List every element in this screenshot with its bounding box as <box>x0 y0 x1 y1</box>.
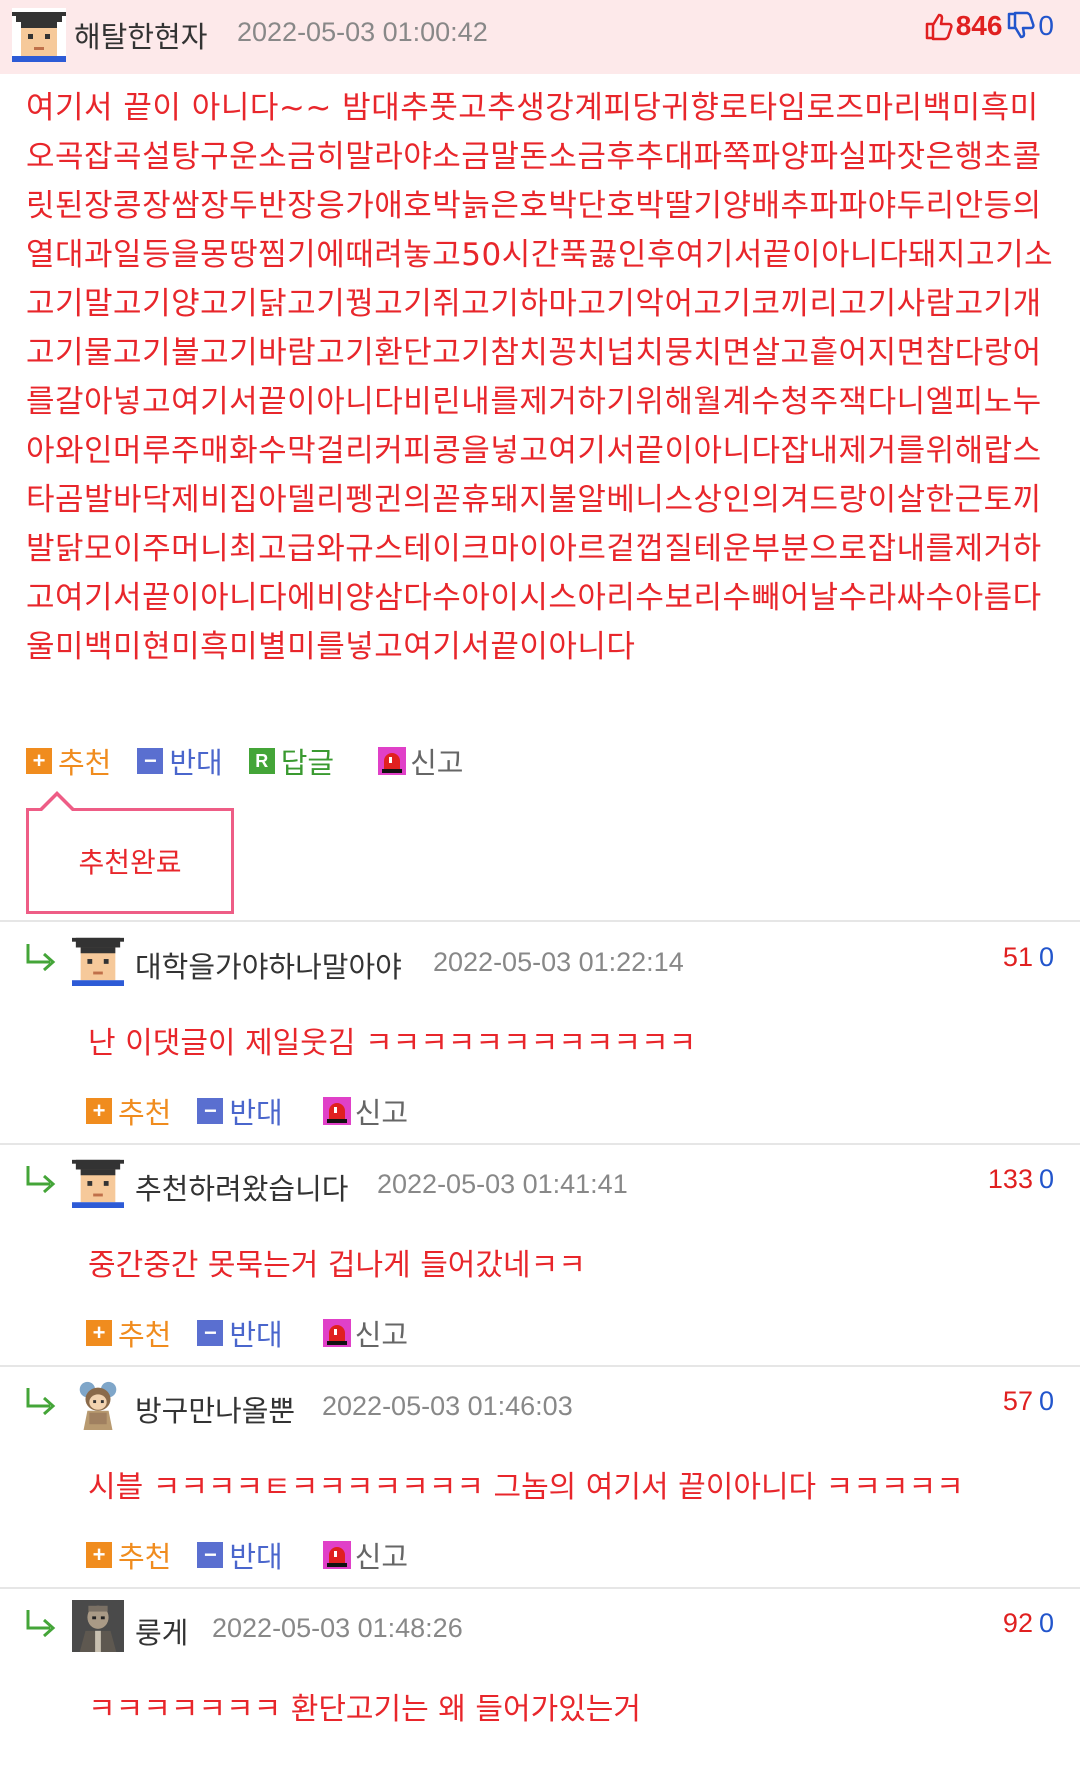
oppose-label: 반대 <box>229 1540 283 1574</box>
reply-arrow-icon <box>26 944 56 972</box>
recommend-done-popup: 추천완료 <box>26 791 234 914</box>
plus-icon: + <box>86 1098 112 1124</box>
divider <box>0 1587 1080 1589</box>
recommend-label: 추천 <box>118 1540 172 1574</box>
report-button[interactable]: 신고 <box>322 1534 409 1576</box>
oppose-button[interactable]: − 반대 <box>197 1090 283 1132</box>
comment-author[interactable]: 대학을가야하나말아야 <box>135 944 402 986</box>
comment-up-count: 133 <box>987 1164 1033 1194</box>
oppose-button[interactable]: − 반대 <box>137 740 223 782</box>
oppose-button[interactable]: − 반대 <box>197 1534 283 1576</box>
user-avatar-icon[interactable] <box>72 1600 124 1652</box>
report-label: 신고 <box>410 746 464 780</box>
post-actions: + 추천 − 반대 R 답글 신고 <box>26 740 490 782</box>
recommend-label: 추천 <box>58 746 112 780</box>
comment-author[interactable]: 룽게 <box>135 1610 188 1652</box>
post-date: 2022-05-03 01:00:42 <box>237 17 488 47</box>
minus-icon: − <box>197 1320 224 1346</box>
post-down-count: 0 <box>1038 10 1054 41</box>
thumbs-up-icon <box>925 13 953 41</box>
comment-date: 2022-05-03 01:41:41 <box>377 1169 628 1199</box>
thumbs-down-icon <box>1008 11 1036 39</box>
minus-icon: − <box>197 1542 224 1568</box>
report-label: 신고 <box>354 1096 409 1130</box>
comment-body: 난 이댓글이 제일웃김 ㅋㅋㅋㅋㅋㅋㅋㅋㅋㅋㅋㅋ <box>88 1026 697 1061</box>
comment-actions: + 추천 − 반대 신고 <box>86 1534 434 1576</box>
recommend-label: 추천 <box>118 1096 172 1130</box>
plus-icon: + <box>86 1320 112 1346</box>
oppose-label: 반대 <box>229 1096 283 1130</box>
report-button[interactable]: 신고 <box>378 740 464 782</box>
siren-icon <box>322 1319 351 1347</box>
comment-votes: 133 0 <box>988 1164 1054 1195</box>
comment-up-count: 92 <box>1002 1608 1033 1638</box>
comment-author[interactable]: 방구만나올뿐 <box>135 1388 295 1430</box>
post-vote-summary: 846 0 <box>924 10 1054 42</box>
user-avatar-icon[interactable] <box>72 934 124 986</box>
comment-author[interactable]: 추천하려왔습니다 <box>135 1166 348 1208</box>
comment-down-count: 0 <box>1038 1164 1054 1194</box>
oppose-label: 반대 <box>229 1318 283 1352</box>
comment-date: 2022-05-03 01:22:14 <box>433 947 684 977</box>
user-avatar-icon[interactable] <box>72 1378 124 1430</box>
reply-arrow-icon <box>26 1610 56 1638</box>
report-button[interactable]: 신고 <box>322 1312 409 1354</box>
reply-icon: R <box>248 748 275 774</box>
report-button[interactable]: 신고 <box>322 1090 409 1132</box>
comment-actions: + 추천 − 반대 신고 <box>86 1312 434 1354</box>
divider <box>0 1365 1080 1367</box>
comment-body: 시블 ㅋㅋㅋㅋㅌㅋㅋㅋㅋㅋㅋㅋ 그놈의 여기서 끝이아니다 ㅋㅋㅋㅋㅋ <box>88 1470 964 1505</box>
comment-date: 2022-05-03 01:48:26 <box>212 1613 463 1643</box>
user-avatar-icon[interactable] <box>12 8 66 62</box>
post-header: 해탈한현자 2022-05-03 01:00:42 846 0 <box>0 0 1080 74</box>
comment-down-count: 0 <box>1038 1386 1054 1416</box>
minus-icon: − <box>197 1098 224 1124</box>
minus-icon: − <box>137 748 164 774</box>
siren-icon <box>322 1097 351 1125</box>
comment-date: 2022-05-03 01:46:03 <box>322 1391 573 1421</box>
comment-votes: 51 0 <box>1003 942 1054 973</box>
comment-body: 중간중간 못묵는거 겁나게 들어갔네ㅋㅋ <box>88 1248 586 1283</box>
comment-votes: 92 0 <box>1003 1608 1054 1639</box>
reply-label: 답글 <box>280 746 335 780</box>
report-label: 신고 <box>354 1540 409 1574</box>
post-author[interactable]: 해탈한현자 <box>74 14 207 56</box>
divider <box>0 920 1080 922</box>
comment-up-count: 51 <box>1002 942 1033 972</box>
siren-icon <box>378 747 407 775</box>
plus-icon: + <box>86 1542 112 1568</box>
recommend-button[interactable]: + 추천 <box>86 1090 171 1132</box>
oppose-label: 반대 <box>169 746 223 780</box>
reply-button[interactable]: R 답글 <box>248 740 335 782</box>
user-avatar-icon[interactable] <box>72 1156 124 1208</box>
comment-actions: + 추천 − 반대 신고 <box>86 1090 434 1132</box>
divider <box>0 1143 1080 1145</box>
recommend-button[interactable]: + 추천 <box>86 1312 171 1354</box>
comment-body: ㅋㅋㅋㅋㅋㅋㅋ 환단고기는 왜 들어가있는거 <box>88 1692 642 1727</box>
recommend-button[interactable]: + 추천 <box>86 1534 171 1576</box>
report-label: 신고 <box>354 1318 409 1352</box>
siren-icon <box>322 1541 351 1569</box>
post-body: 여기서 끝이 아니다~~ 밤대추풋고추생강계피당귀향로타임로즈마리백미흑미오곡잡… <box>26 90 1054 665</box>
comment-up-count: 57 <box>1002 1386 1033 1416</box>
comment-votes: 57 0 <box>1003 1386 1054 1417</box>
reply-arrow-icon <box>26 1388 56 1416</box>
recommend-done-text: 추천완료 <box>78 846 182 879</box>
recommend-button[interactable]: + 추천 <box>26 740 111 782</box>
oppose-button[interactable]: − 반대 <box>197 1312 283 1354</box>
post-up-count: 846 <box>955 10 1003 41</box>
comment-down-count: 0 <box>1038 1608 1054 1638</box>
reply-arrow-icon <box>26 1166 56 1194</box>
plus-icon: + <box>26 748 52 774</box>
comment-down-count: 0 <box>1038 942 1054 972</box>
recommend-label: 추천 <box>118 1318 172 1352</box>
